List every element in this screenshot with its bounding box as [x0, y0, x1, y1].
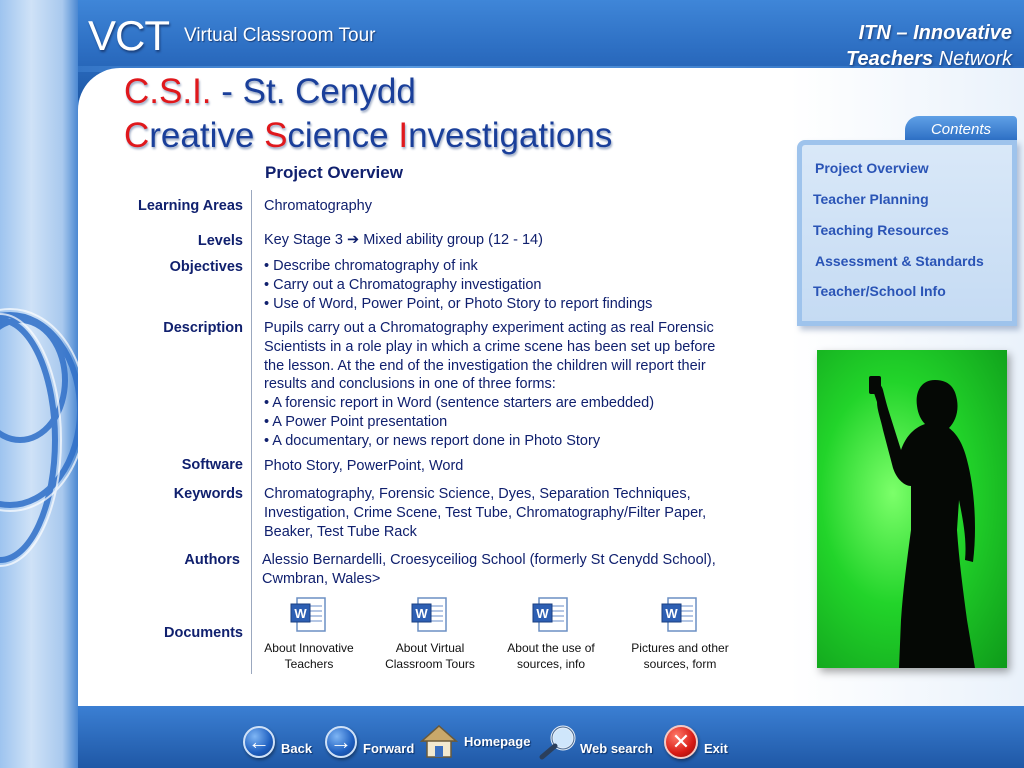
word-document-icon: W	[411, 597, 447, 632]
description-line: • A forensic report in Word (sentence st…	[264, 395, 655, 412]
objective-item: • Use of Word, Power Point, or Photo Sto…	[264, 295, 653, 312]
contents-tab: Contents	[905, 116, 1017, 142]
doc-label: Pictures and other sources, form	[615, 640, 745, 672]
title-cience: cience	[287, 116, 399, 155]
word-document-icon: W	[290, 597, 326, 632]
page-title-line2: Creative Science Investigations	[124, 116, 612, 156]
homepage-button[interactable]: Homepage	[420, 722, 530, 762]
close-icon: ✕	[664, 725, 698, 759]
documents-label: Documents	[164, 625, 243, 641]
doc-label: About Innovative Teachers	[244, 640, 374, 672]
magnifier-icon	[539, 725, 576, 760]
itn-network-logo: ITN – Innovative Teachers Network	[742, 20, 1012, 72]
keywords-value: Chromatography, Forensic Science, Dyes, …	[264, 485, 784, 541]
description-line: Scientists in a role play in which a cri…	[264, 338, 716, 355]
objectives-label: Objectives	[169, 259, 243, 275]
authors-label: Authors	[184, 552, 240, 568]
keywords-line: Beaker, Test Tube Rack	[264, 523, 417, 540]
keywords-line: Chromatography, Forensic Science, Dyes, …	[264, 486, 691, 502]
itn-teachers: Teachers	[845, 48, 934, 70]
title-c: C	[124, 116, 150, 155]
teacher-silhouette-photo	[817, 350, 1007, 668]
house-icon	[420, 724, 458, 758]
swirl-decoration	[0, 308, 78, 567]
itn-network: Network	[938, 48, 1012, 70]
objective-item: • Describe chromatography of ink	[264, 258, 478, 274]
keywords-label: Keywords	[173, 486, 243, 502]
contents-item-assessment-standards[interactable]: Assessment & Standards	[815, 253, 984, 269]
section-heading: Project Overview	[265, 163, 403, 182]
doc-label-line2: Teachers	[284, 657, 334, 671]
contents-item-project-overview[interactable]: Project Overview	[815, 160, 929, 176]
description-line: the lesson. At the end of the investigat…	[264, 357, 706, 374]
title-school: - St. Cenydd	[211, 72, 416, 111]
doc-label-line2: sources, form	[643, 657, 717, 671]
authors-value: Alessio Bernardelli, Croesyceiliog Schoo…	[262, 551, 782, 589]
word-document-icon: W	[532, 597, 568, 632]
software-label: Software	[181, 457, 243, 473]
doc-label-line1: About Virtual	[395, 641, 465, 655]
contents-menu: Project Overview Teacher Planning Teachi…	[797, 140, 1017, 326]
doc-label-line2: Classroom Tours	[385, 657, 475, 671]
doc-label-line2: sources, info	[516, 657, 586, 671]
back-button[interactable]: ← Back	[243, 722, 312, 762]
learning-areas-value: Chromatography	[264, 198, 372, 214]
word-document-icon: W	[661, 597, 697, 632]
vct-subtitle: Virtual Classroom Tour	[184, 25, 376, 46]
description-value: Pupils carry out a Chromatography experi…	[264, 319, 784, 451]
svg-text:W: W	[536, 606, 549, 621]
software-value: Photo Story, PowerPoint, Word	[264, 458, 464, 474]
itn-line1: ITN – Innovative	[858, 22, 1012, 44]
contents-item-teacher-planning[interactable]: Teacher Planning	[813, 191, 929, 207]
back-label: Back	[281, 740, 313, 756]
description-label: Description	[163, 320, 243, 336]
vct-logo: VCT	[88, 12, 170, 59]
forward-label: Forward	[363, 740, 415, 756]
authors-line: Alessio Bernardelli, Croesyceiliog Schoo…	[262, 552, 716, 568]
silhouette-figure	[869, 376, 975, 668]
doc-about-use-of-sources[interactable]: W About the use of sources, info	[486, 596, 616, 672]
svg-text:W: W	[294, 606, 307, 621]
description-line: results and conclusions in one of three …	[264, 376, 556, 393]
title-nvestigations: nvestigations	[408, 116, 613, 155]
arrow-right-icon: →	[325, 726, 357, 758]
page-title-line1: C.S.I. - St. Cenydd	[124, 72, 416, 112]
title-csi: C.S.I.	[124, 72, 212, 111]
title-reative: reative	[149, 116, 265, 155]
doc-label: About Virtual Classroom Tours	[365, 640, 495, 672]
objectives-value: • Describe chromatography of ink • Carry…	[264, 257, 784, 313]
doc-label: About the use of sources, info	[486, 640, 616, 672]
exit-button[interactable]: ✕ Exit	[664, 722, 728, 762]
objective-item: • Carry out a Chromatography investigati…	[264, 276, 542, 293]
doc-label-line1: Pictures and other	[631, 641, 729, 655]
web-search-button[interactable]: Web search	[538, 722, 653, 762]
homepage-label: Homepage	[464, 733, 531, 749]
title-i: I	[398, 116, 409, 155]
doc-label-line1: About the use of	[507, 641, 595, 655]
description-line: Pupils carry out a Chromatography experi…	[264, 320, 714, 336]
itn-line2: Teachers Network	[742, 46, 1012, 72]
web-search-label: Web search	[580, 740, 653, 756]
levels-value: Key Stage 3 ➔ Mixed ability group (12 - …	[264, 232, 543, 248]
svg-text:W: W	[665, 606, 678, 621]
doc-pictures-and-other-sources[interactable]: W Pictures and other sources, form	[615, 596, 745, 672]
levels-label: Levels	[197, 233, 243, 249]
contents-item-teaching-resources[interactable]: Teaching Resources	[813, 222, 949, 238]
left-decor-bar	[0, 0, 78, 768]
contents-item-teacher-school-info[interactable]: Teacher/School Info	[813, 283, 946, 299]
forward-button[interactable]: → Forward	[325, 722, 414, 762]
learning-areas-label: Learning Areas	[137, 198, 243, 214]
description-line: • A documentary, or news report done in …	[264, 432, 601, 449]
description-line: • A Power Point presentation	[264, 413, 448, 430]
doc-label-line1: About Innovative	[264, 641, 354, 655]
arrow-left-icon: ←	[243, 726, 275, 758]
doc-about-virtual-classroom-tours[interactable]: W About Virtual Classroom Tours	[365, 596, 495, 672]
keywords-line: Investigation, Crime Scene, Test Tube, C…	[264, 504, 707, 521]
exit-label: Exit	[704, 740, 728, 756]
title-s: S	[264, 116, 288, 155]
svg-text:W: W	[415, 606, 428, 621]
authors-line: Cwmbran, Wales>	[262, 570, 381, 587]
doc-about-innovative-teachers[interactable]: W About Innovative Teachers	[244, 596, 374, 672]
